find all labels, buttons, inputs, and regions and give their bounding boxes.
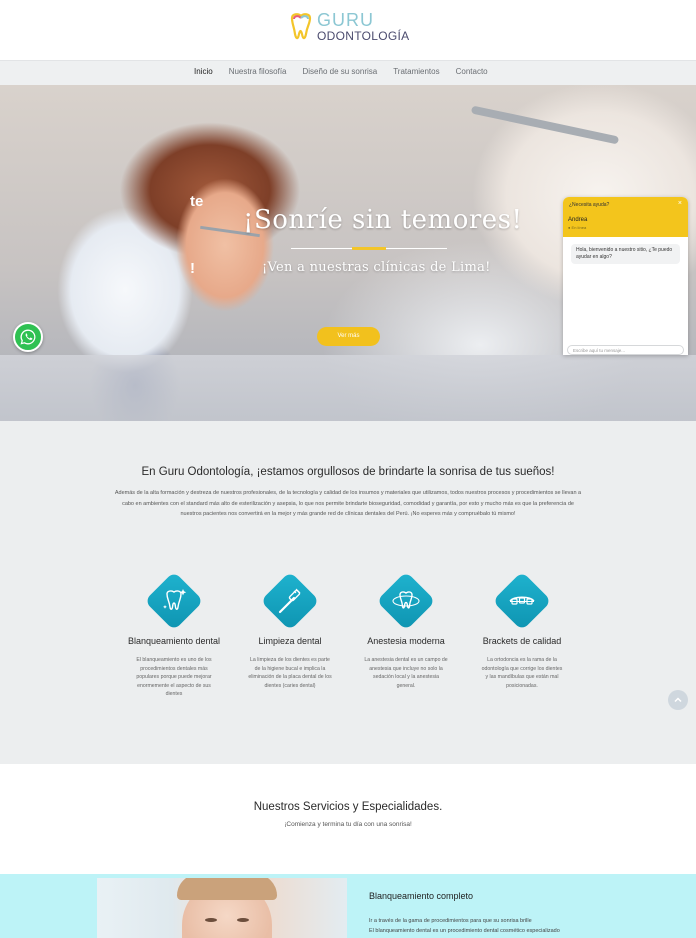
whitening-photo <box>97 878 347 938</box>
site-logo[interactable]: GURU ODONTOLOGÍA <box>288 11 409 42</box>
services-subtitle: ¡Comienza y termina tu día con una sonri… <box>284 821 412 828</box>
feature-title: Limpieza dental <box>258 636 322 646</box>
nav-item-filosofia[interactable]: Nuestra filosofía <box>229 67 287 76</box>
chevron-up-icon <box>674 697 682 703</box>
hero-divider-accent <box>352 247 386 250</box>
hero-text-fragment: te <box>190 193 204 210</box>
whitening-text-line: El blanqueamiento dental es un procedimi… <box>369 928 560 934</box>
main-nav: Inicio Nuestra filosofía Diseño de su so… <box>0 60 696 85</box>
chat-header-question: ¿Necesita ayuda? <box>569 202 610 208</box>
tooth-anesthesia-icon <box>392 591 420 609</box>
feature-anestesia: Anestesia moderna La anestesia dental es… <box>351 571 461 690</box>
chat-header[interactable]: ¿Necesita ayuda? × Andrea ● En línea <box>563 197 688 237</box>
nav-item-contacto[interactable]: Contacto <box>456 67 488 76</box>
feature-text: La limpieza de los dientes es parte de l… <box>248 657 332 689</box>
toothbrush-icon <box>278 588 301 614</box>
whitening-text: Ir a través de la gama de procedimientos… <box>369 916 599 936</box>
chat-widget[interactable]: ¿Necesita ayuda? × Andrea ● En línea Hol… <box>563 197 688 355</box>
feature-title: Blanqueamiento dental <box>127 636 221 646</box>
chat-agent-name: Andrea <box>568 217 588 223</box>
feature-blanqueamiento: Blanqueamiento dental El blanqueamiento … <box>119 571 229 699</box>
chat-close-button[interactable]: × <box>678 200 682 207</box>
scroll-to-top-button[interactable] <box>668 690 688 710</box>
feature-limpieza: Limpieza dental La limpieza de los dient… <box>235 571 345 690</box>
nav-item-tratamientos[interactable]: Tratamientos <box>393 67 439 76</box>
feature-title: Anestesia moderna <box>367 636 445 646</box>
chat-message-input[interactable]: Escribe aquí tu mensaje... <box>567 345 684 355</box>
whitening-title: Blanqueamiento completo <box>369 891 474 901</box>
services-section: Nuestros Servicios y Especialidades. ¡Co… <box>0 764 696 874</box>
chat-agent-status: ● En línea <box>568 225 587 230</box>
hero-text-fragment: ! <box>190 260 195 277</box>
hero-subtitle: ¡Ven a nuestras clínicas de Lima! <box>262 260 491 275</box>
feature-brackets: Brackets de calidad La ortodoncia es la … <box>467 571 577 690</box>
tooth-logo-icon <box>290 12 312 39</box>
nav-item-inicio[interactable]: Inicio <box>194 67 213 76</box>
logo-tagline: ODONTOLOGÍA <box>317 29 410 43</box>
whatsapp-button[interactable] <box>13 322 43 352</box>
whatsapp-icon <box>20 329 36 345</box>
whitening-text-line: Ir a través de la gama de procedimientos… <box>369 918 532 924</box>
feature-title: Brackets de calidad <box>482 636 562 646</box>
intro-paragraph: Además de la alta formación y destreza d… <box>114 490 582 517</box>
intro-title: En Guru Odontología, ¡estamos orgullosos… <box>141 466 555 478</box>
nav-item-diseno[interactable]: Diseño de su sonrisa <box>303 67 378 76</box>
site-header: GURU ODONTOLOGÍA <box>0 0 696 60</box>
whitening-section: Blanqueamiento completo Ir a través de l… <box>0 874 696 938</box>
intro-section: En Guru Odontología, ¡estamos orgullosos… <box>0 421 696 764</box>
feature-text: La ortodoncia es la rama de la odontolog… <box>481 657 563 689</box>
feature-text: La anestesia dental es un campo de anest… <box>364 657 448 689</box>
ver-mas-button[interactable]: Ver más <box>317 327 380 346</box>
tooth-sparkle-icon <box>163 589 187 610</box>
services-title: Nuestros Servicios y Especialidades. <box>253 801 443 813</box>
chat-message: Hola, bienvenido a nuestro sitio, ¿Te pu… <box>571 244 680 264</box>
hero-photo-detail <box>470 105 620 145</box>
braces-icon <box>509 596 535 605</box>
hero-lower-band <box>0 355 696 421</box>
hero-title: ¡Sonríe sin temores! <box>243 205 523 235</box>
feature-text: El blanqueamiento es uno de los procedim… <box>136 657 212 697</box>
logo-name: GURU <box>317 10 374 30</box>
